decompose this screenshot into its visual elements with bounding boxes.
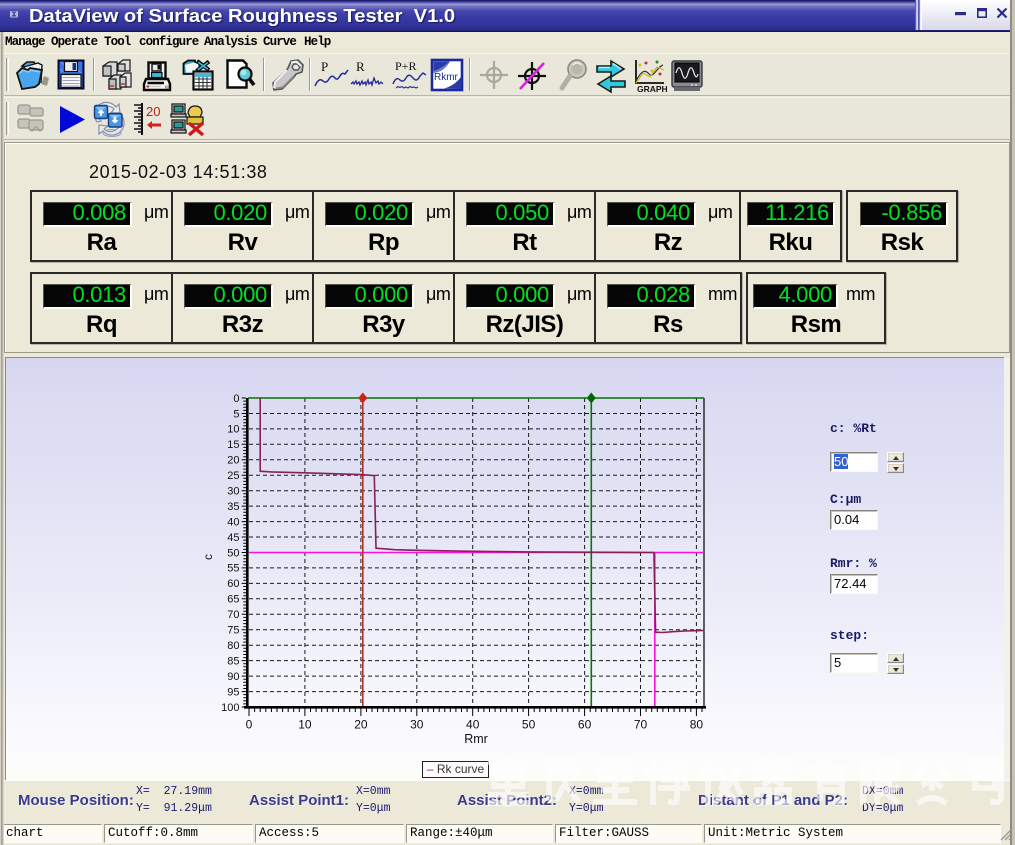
- svg-text:60: 60: [578, 718, 592, 732]
- svg-text:50: 50: [522, 718, 536, 732]
- svg-text:100: 100: [221, 702, 239, 714]
- svg-text:30: 30: [410, 718, 424, 732]
- svg-text:80: 80: [690, 718, 704, 732]
- svg-text:40: 40: [466, 718, 480, 732]
- svg-text:R: R: [356, 59, 365, 74]
- svg-text:P+R: P+R: [395, 59, 416, 73]
- svg-text:Rkmr: Rkmr: [434, 72, 459, 83]
- svg-text:45: 45: [227, 532, 239, 544]
- svg-text:P: P: [321, 59, 328, 74]
- svg-text:25: 25: [227, 470, 239, 482]
- svg-text:0: 0: [246, 718, 253, 732]
- svg-text:c: c: [201, 554, 215, 560]
- svg-text:10: 10: [227, 424, 239, 436]
- svg-text:65: 65: [227, 594, 239, 606]
- svg-text:95: 95: [227, 686, 239, 698]
- svg-text:35: 35: [227, 501, 239, 513]
- svg-text:40: 40: [227, 516, 239, 528]
- svg-text:GRAPH: GRAPH: [637, 84, 667, 94]
- svg-text:30: 30: [227, 486, 239, 498]
- svg-text:70: 70: [227, 609, 239, 621]
- svg-text:5: 5: [233, 408, 239, 420]
- svg-text:15: 15: [227, 439, 239, 451]
- svg-text:0: 0: [233, 393, 239, 405]
- svg-text:Rmr: Rmr: [464, 732, 488, 746]
- svg-text:70: 70: [634, 718, 648, 732]
- svg-text:80: 80: [227, 640, 239, 652]
- svg-text:50: 50: [227, 547, 239, 559]
- svg-text:90: 90: [227, 671, 239, 683]
- svg-text:10: 10: [298, 718, 312, 732]
- svg-text:60: 60: [227, 578, 239, 590]
- svg-text:85: 85: [227, 655, 239, 667]
- svg-text:20: 20: [354, 718, 368, 732]
- svg-text:75: 75: [227, 625, 239, 637]
- svg-text:20: 20: [146, 104, 160, 119]
- svg-text:55: 55: [227, 563, 239, 575]
- svg-text:20: 20: [227, 455, 239, 467]
